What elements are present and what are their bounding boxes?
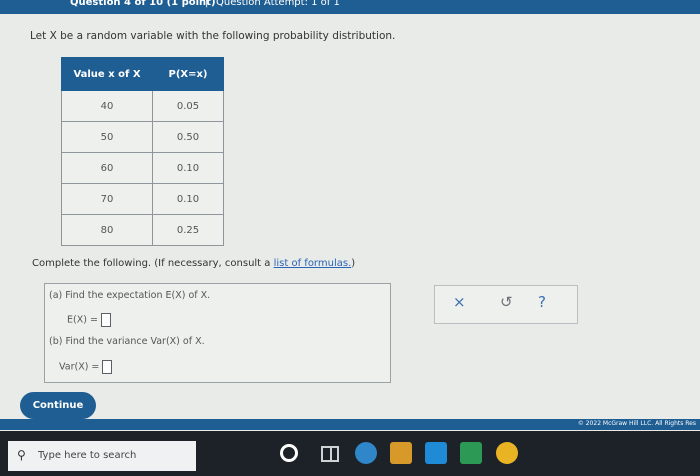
part-b-answer: Var(X) = [59, 360, 113, 374]
table-row: 70 0.10 [61, 183, 224, 215]
table-row: 80 0.25 [61, 214, 224, 246]
part-a-label: E(X) = [67, 314, 98, 326]
probability-cell: 0.50 [152, 121, 224, 153]
problem-intro: Let X be a random variable with the foll… [30, 30, 396, 42]
header-separator: | [205, 0, 209, 8]
instructions: Complete the following. (If necessary, c… [32, 258, 355, 269]
continue-button[interactable]: Continue [20, 392, 96, 419]
footer-bar: © 2022 McGraw Hill LLC. All Rights Res [0, 419, 700, 430]
value-cell: 70 [61, 183, 153, 215]
value-cell: 60 [61, 152, 153, 184]
question-number: Question 4 of 10 (1 point) [70, 0, 216, 8]
column-header-value: Value x of X [61, 57, 153, 91]
search-icon: ⚲ [17, 448, 26, 462]
value-cell: 80 [61, 214, 153, 246]
column-header-probability: P(X=x) [152, 57, 224, 91]
clear-icon[interactable]: × [453, 293, 466, 311]
help-icon[interactable]: ? [538, 293, 546, 311]
value-cell: 40 [61, 90, 153, 122]
undo-icon[interactable]: ↺ [500, 293, 513, 311]
attempt-counter: Question Attempt: 1 of 1 [216, 0, 340, 8]
task-view-icon[interactable] [318, 442, 340, 464]
probability-cell: 0.05 [152, 90, 224, 122]
search-placeholder: Type here to search [38, 450, 137, 461]
expectation-input[interactable] [100, 313, 111, 327]
part-b-label: Var(X) = [59, 361, 100, 373]
probability-cell: 0.10 [152, 183, 224, 215]
table-row: 60 0.10 [61, 152, 224, 184]
probability-cell: 0.10 [152, 152, 224, 184]
cortana-icon[interactable] [280, 444, 298, 462]
table-header-row: Value x of X P(X=x) [61, 57, 224, 91]
edge-browser-icon[interactable] [355, 442, 377, 464]
app-icon[interactable] [496, 442, 518, 464]
value-cell: 50 [61, 121, 153, 153]
part-b-prompt: (b) Find the variance Var(X) of X. [49, 336, 205, 347]
taskbar-search[interactable]: ⚲ Type here to search [8, 441, 196, 471]
part-a-answer: E(X) = [67, 313, 111, 327]
instructions-text: Complete the following. (If necessary, c… [32, 258, 271, 269]
taskbar: ⚲ Type here to search [0, 431, 700, 476]
table-row: 40 0.05 [61, 90, 224, 122]
table-row: 50 0.50 [61, 121, 224, 153]
instructions-end: ) [351, 258, 356, 269]
probability-table: Value x of X P(X=x) 40 0.05 50 0.50 60 0… [61, 57, 224, 246]
question-header: Question 4 of 10 (1 point) | Question At… [0, 0, 700, 14]
answer-area: (a) Find the expectation E(X) of X. E(X)… [44, 283, 391, 383]
part-a-prompt: (a) Find the expectation E(X) of X. [49, 290, 211, 301]
copyright-text: © 2022 McGraw Hill LLC. All Rights Res [577, 420, 696, 427]
file-explorer-icon[interactable] [390, 442, 412, 464]
variance-input[interactable] [102, 360, 113, 374]
mail-icon[interactable] [425, 442, 447, 464]
answer-tools: × ↺ ? [434, 285, 578, 324]
formulas-link[interactable]: list of formulas. [274, 258, 352, 269]
photos-icon[interactable] [460, 442, 482, 464]
probability-cell: 0.25 [152, 214, 224, 246]
